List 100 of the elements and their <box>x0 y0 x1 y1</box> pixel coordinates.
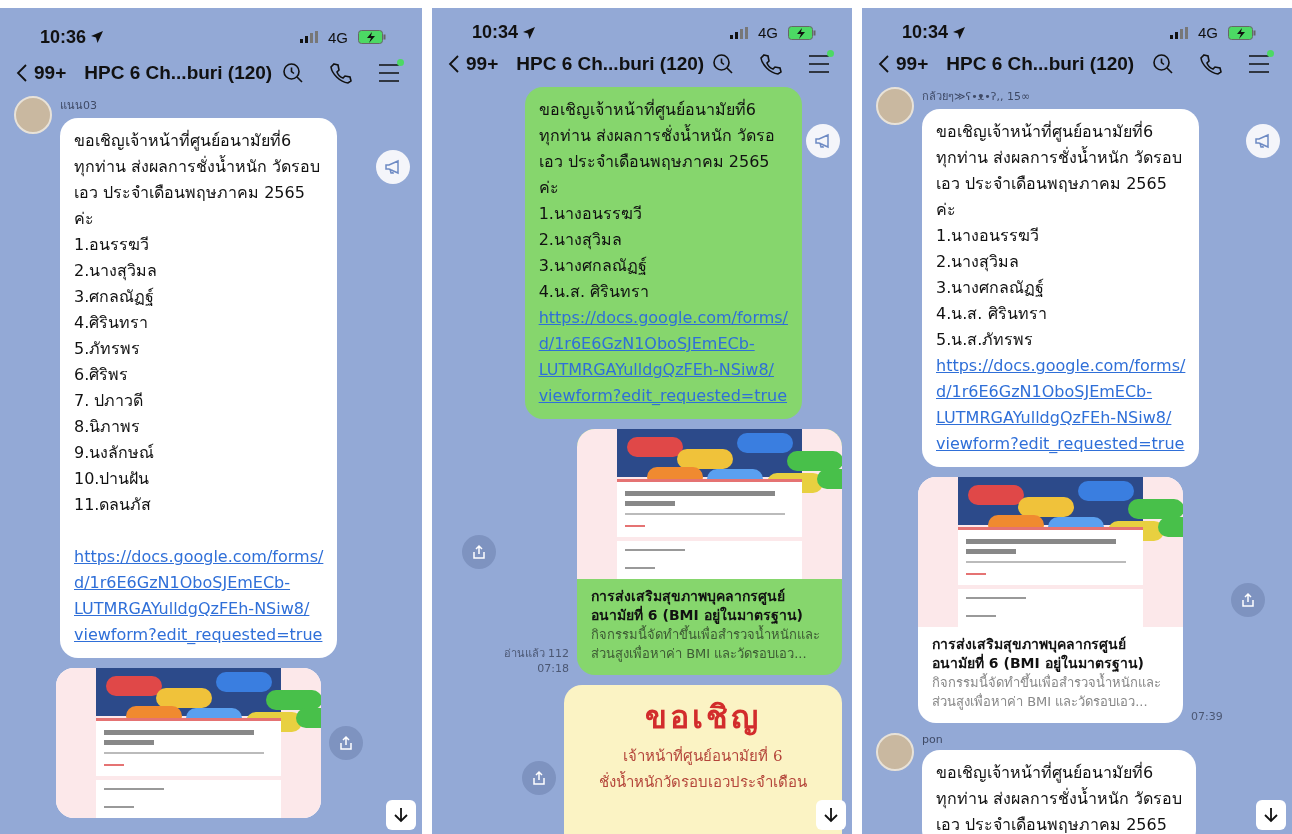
message-text: 10.ปานฝัน <box>74 468 151 490</box>
message-text: ขอเชิญเจ้าหน้าที่ศูนย์อนามัยที่6 <box>74 129 293 153</box>
preview-description: กิจกรรมนี้จัดทำขึ้นเพื่อสำรวจน้ำหนักและ <box>591 625 821 644</box>
message-text: เอว ประจำเดือนพฤษภาคม 2565 <box>538 151 771 173</box>
message-text: ค่ะ <box>936 199 957 221</box>
back-button[interactable]: 99+ <box>878 53 929 75</box>
notification-dot <box>827 50 835 57</box>
preview-title: อนามัยที่ 6 (BMI อยู่ในมาตรฐาน) <box>591 606 804 625</box>
message-text: ค่ะ <box>538 177 560 199</box>
signal-icon <box>730 26 748 39</box>
message-text: 6.ศิริพร <box>74 364 130 386</box>
message-text: 2.นางสุวิมล <box>538 229 623 252</box>
form-link[interactable]: https://docs.google.com/forms/ <box>538 305 788 331</box>
menu-icon <box>378 63 400 83</box>
location-arrow-icon <box>522 25 537 40</box>
message-text: ขอเชิญเจ้าหน้าที่ศูนย์อนามัยที่6 <box>936 761 1155 785</box>
message-text: ขอเชิญเจ้าหน้าที่ศูนย์อนามัยที่6 <box>936 120 1155 144</box>
message-text: ขอเชิญเจ้าหน้าที่ศูนย์อนามัยที่6 <box>538 98 757 122</box>
megaphone-icon <box>384 158 402 176</box>
share-icon <box>470 544 487 560</box>
announcement-button[interactable] <box>1246 124 1280 158</box>
preview-title: การส่งเสริมสุขภาพบุคลากรศูนย์ <box>932 635 1127 653</box>
search-button[interactable] <box>282 62 304 84</box>
form-link[interactable]: d/1r6E6GzN1OboSJEmECb- <box>936 379 1186 405</box>
message-text: 3.ศกลณัฏฐ์ <box>74 286 156 308</box>
search-icon <box>282 62 304 84</box>
phone-icon <box>330 62 352 84</box>
chevron-left-icon <box>878 54 890 74</box>
form-link[interactable]: https://docs.google.com/forms/ <box>74 544 324 570</box>
share-icon <box>338 735 354 751</box>
message-text: 2.นางสุวิมล <box>936 251 1021 274</box>
preview-description: ส่วนสูงเพื่อหาค่า BMI และวัดรอบเอว... <box>591 644 808 663</box>
scroll-down-button[interactable] <box>816 800 846 830</box>
scroll-down-button[interactable] <box>386 800 416 830</box>
message-text: 4.ศิรินทรา <box>74 312 150 334</box>
chevron-left-icon <box>16 63 28 83</box>
form-link[interactable]: LUTMRGAYulldgQzFEh-NSiw8/ <box>74 596 324 622</box>
call-button[interactable] <box>760 53 783 75</box>
search-button[interactable] <box>1152 53 1174 75</box>
message-text: 2.นางสุวิมล <box>74 260 159 283</box>
call-button[interactable] <box>1200 53 1222 75</box>
message-text: ค่ะ <box>74 208 95 230</box>
message-text: ทุกท่าน ส่งผลการชั่งน้ำหนัก วัดรอบ <box>936 145 1184 170</box>
status-time: 10:36 <box>40 26 87 48</box>
message-text: 1.อนรรฆวี <box>74 234 151 256</box>
arrow-down-icon <box>393 807 409 823</box>
message-time: 07:18 <box>537 662 569 675</box>
network-type: 4G <box>328 28 348 46</box>
message-text: 5.น.ส.ภัทรพร <box>936 329 1035 351</box>
chat-title: HPC 6 Ch...buri (120) <box>516 53 705 75</box>
invitation-poster[interactable]: ขอเชิญ เจ้าหน้าที่ศูนย์อนามัยที่ 6 ชั่งน้ำหนักวัดรอบเอวประจำเดือน <box>564 685 842 834</box>
status-time: 10:34 <box>472 22 519 43</box>
sender-name: กล้วยๆ≫ʕ•ᴥ•ʔ,, 15∞ <box>922 89 1032 105</box>
phone-icon <box>760 53 783 75</box>
form-link[interactable]: viewform?edit_requested=true <box>74 622 324 648</box>
announcement-button[interactable] <box>376 150 410 184</box>
form-link[interactable]: viewform?edit_requested=true <box>538 383 788 409</box>
message-text: 1.นางอนรรฆวี <box>936 225 1041 247</box>
link-preview-card[interactable] <box>56 668 321 818</box>
announcement-button[interactable] <box>806 124 840 158</box>
sender-name: pon <box>922 733 944 746</box>
back-button[interactable]: 99+ <box>448 53 499 75</box>
link-preview-card[interactable]: การส่งเสริมสุขภาพบุคลากรศูนย์ อนามัยที่ 6 (BMI อยู่ในมาตรฐาน) กิจกรรมนี้จัดทำขึ้นเพื่อสำรวจน้ำหนักและ ส่วนสูงเพื่อหาค่า BMI และวัดรอบเอว... <box>577 429 842 675</box>
link-preview-card[interactable]: การส่งเสริมสุขภาพบุคลากรศูนย์ อนามัยที่ 6 (BMI อยู่ในมาตรฐาน) กิจกรรมนี้จัดทำขึ้นเพื่อสำรวจน้ำหนักและ ส่วนสูงเพื่อหาค่า BMI และวัดรอบเอว... <box>918 477 1183 723</box>
scroll-down-button[interactable] <box>1256 800 1286 830</box>
chevron-left-icon <box>448 54 460 74</box>
form-link[interactable]: https://docs.google.com/forms/ <box>936 353 1186 379</box>
read-receipt: อ่านแล้ว 112 <box>503 646 569 662</box>
network-type: 4G <box>758 24 778 41</box>
call-button[interactable] <box>330 62 352 84</box>
message-text: ทุกท่าน ส่งผลการชั่งน้ำหนัก วัดรอบ <box>74 154 322 179</box>
megaphone-icon <box>1254 132 1272 150</box>
poster-title: ขอเชิญ <box>645 697 761 738</box>
chat-title: HPC 6 Ch...buri (120) <box>84 62 274 84</box>
message-text: 3.นางศกลณัฏฐ์ <box>936 277 1046 299</box>
menu-icon <box>808 54 831 74</box>
form-link[interactable]: d/1r6E6GzN1OboSJEmECb- <box>538 331 788 357</box>
message-text: เอว ประจำเดือนพฤษภาคม 2565 <box>74 182 306 204</box>
battery-charging-icon <box>788 25 816 40</box>
message-text: เอว ประจำเดือนพฤษภาคม 2565 <box>936 814 1168 834</box>
message-text: 4.น.ส. ศิรินทรา <box>936 303 1048 325</box>
signal-icon <box>1170 26 1188 39</box>
form-link[interactable]: LUTMRGAYulldgQzFEh-NSiw8/ <box>936 405 1186 431</box>
form-link[interactable]: viewform?edit_requested=true <box>936 431 1186 457</box>
battery-charging-icon <box>1228 25 1256 40</box>
poster-text: ชั่งน้ำหนักวัดรอบเอวประจำเดือน <box>599 770 807 793</box>
message-text: ทุกท่าน ส่งผลการชั่งน้ำหนัก วัดรอบ <box>936 786 1183 811</box>
message-text: 1.นางอนรรฆวี <box>538 203 643 225</box>
signal-icon <box>300 31 318 43</box>
preview-title: อนามัยที่ 6 (BMI อยู่ในมาตรฐาน) <box>932 654 1145 673</box>
back-button[interactable]: 99+ <box>16 62 67 84</box>
arrow-down-icon <box>823 807 839 823</box>
search-button[interactable] <box>712 53 735 75</box>
network-type: 4G <box>1198 24 1218 41</box>
form-link[interactable]: d/1r6E6GzN1OboSJEmECb- <box>74 570 324 596</box>
message-text: 7. ปภาวดี <box>74 390 145 412</box>
form-link[interactable]: LUTMRGAYulldgQzFEh-NSiw8/ <box>538 357 788 383</box>
message-text: 3.นางศกลณัฏฐ์ <box>538 255 648 277</box>
message-text: เอว ประจำเดือนพฤษภาคม 2565 <box>936 173 1168 195</box>
preview-description: กิจกรรมนี้จัดทำขึ้นเพื่อสำรวจน้ำหนักและ <box>932 673 1162 692</box>
